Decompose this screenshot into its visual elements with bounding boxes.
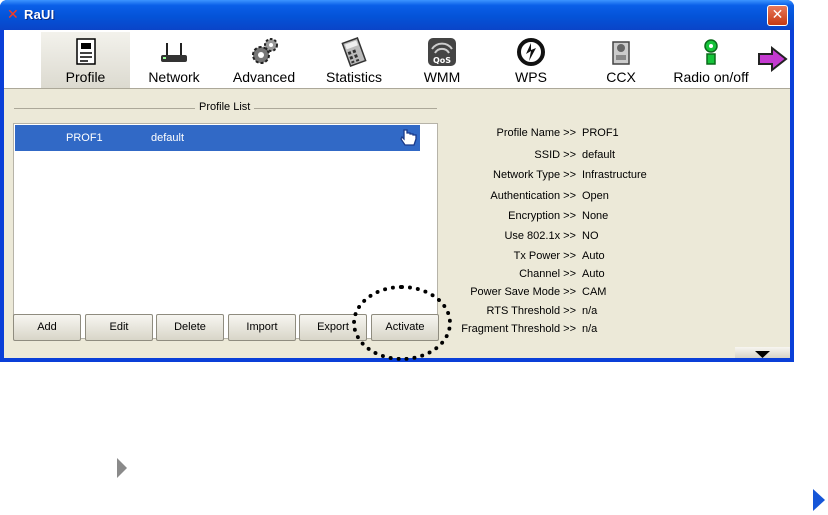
calculator-icon — [341, 37, 367, 67]
tab-statistics[interactable]: Statistics — [314, 32, 394, 88]
tab-advanced[interactable]: Advanced — [224, 32, 304, 88]
tab-wps-label: WPS — [515, 69, 547, 85]
pointing-hand-icon — [400, 129, 417, 146]
tab-advanced-label: Advanced — [232, 69, 296, 85]
highlight-ellipse — [352, 285, 452, 361]
tab-wps[interactable]: WPS — [491, 32, 571, 88]
ccx-icon — [612, 41, 630, 65]
close-icon: ✕ — [771, 7, 784, 23]
ssid-cell: default — [151, 132, 185, 144]
tab-ccx-label: CCX — [606, 69, 636, 85]
add-button[interactable]: Add — [13, 314, 81, 341]
tab-wmm-label: WMM — [423, 69, 461, 85]
tab-statistics-label: Statistics — [325, 69, 382, 85]
tab-radio-on-off-label: Radio on/off — [673, 69, 749, 85]
close-button[interactable]: ✕ — [767, 5, 788, 26]
edit-button[interactable]: Edit — [85, 314, 153, 341]
profile-icon — [75, 38, 96, 65]
tab-wmm[interactable]: QoS WMM — [402, 32, 482, 88]
window-title: RaUI — [24, 7, 55, 22]
tab-profile-label: Profile — [65, 69, 106, 85]
tab-profile[interactable]: Profile — [41, 32, 130, 88]
table-row[interactable]: PROF1 default — [15, 125, 420, 151]
tab-network[interactable]: Network — [134, 32, 214, 88]
svg-text:QoS: QoS — [433, 56, 451, 65]
profile-list-title: Profile List — [195, 101, 255, 113]
delete-button[interactable]: Delete — [156, 314, 224, 341]
details-scroll-down-button[interactable] — [735, 347, 790, 358]
gears-icon — [252, 38, 278, 64]
radio-antenna-icon — [704, 39, 718, 65]
wps-icon — [517, 38, 545, 66]
tab-network-label: Network — [148, 69, 200, 85]
import-button[interactable]: Import — [228, 314, 296, 341]
qos-icon: QoS — [428, 38, 456, 66]
triangle-down-icon — [755, 351, 770, 358]
title-bar[interactable]: ✕ RaUI ✕ — [0, 0, 794, 30]
bullet-arrow-icon — [117, 458, 127, 478]
toolbar: Profile Network Advanced Statistics QoS … — [4, 30, 790, 89]
ralink-logo-icon: ✕ — [7, 7, 19, 23]
page-next-arrow-icon[interactable] — [812, 488, 826, 512]
network-router-icon — [161, 43, 187, 62]
tab-ccx[interactable]: CCX — [581, 32, 661, 88]
profile-name-cell: PROF1 — [66, 132, 103, 144]
tab-radio-on-off[interactable]: Radio on/off — [665, 32, 757, 88]
next-arrow-icon[interactable] — [756, 46, 788, 72]
